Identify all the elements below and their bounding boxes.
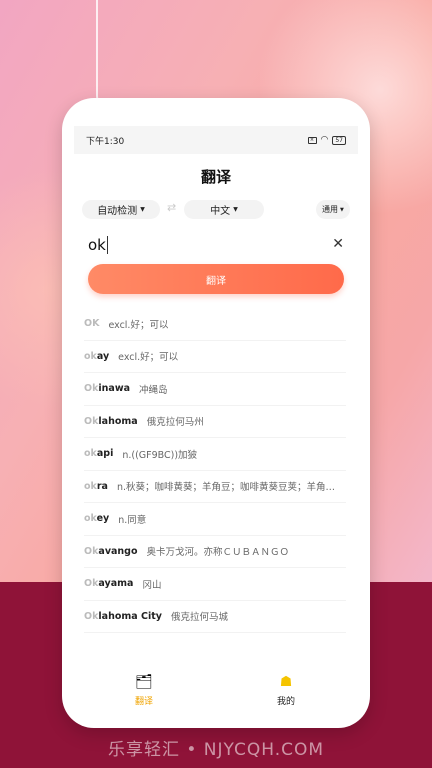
- suggestion-suffix: avango: [98, 545, 138, 557]
- suggestion-suffix: lahoma: [98, 415, 138, 427]
- battery-level: 57: [335, 136, 343, 144]
- tab-profile[interactable]: ☗ 我的: [246, 674, 326, 707]
- suggestion-list: OK excl.好；可以 okay excl.好；可以 Okinawa 冲绳岛 Oklaho…: [84, 308, 346, 633]
- query-input[interactable]: ok ✕: [88, 234, 344, 258]
- status-bar: 下午1:30 × ◠ 57: [74, 126, 358, 154]
- suggestion-definition: 奥卡万戈河。亦称ＣＵＢＡＮＧＯ: [146, 547, 290, 559]
- suggestion-item[interactable]: okapi n.((GF9BC))加狓: [84, 438, 346, 471]
- suggestion-item[interactable]: okey n.同意: [84, 503, 346, 536]
- suggestion-word: Okavango: [84, 546, 138, 557]
- suggestion-item[interactable]: okra n.秋葵；咖啡黄葵；羊角豆；咖啡黄葵豆荚；羊角…: [84, 471, 346, 503]
- suggestion-definition: excl.好；可以: [108, 319, 169, 331]
- suggestion-suffix: lahoma City: [98, 610, 162, 622]
- chevron-down-icon: ▼: [233, 206, 238, 213]
- suggestion-word: Oklahoma City: [84, 611, 162, 622]
- phone-frame: 下午1:30 × ◠ 57 翻译 自动检测 ▼ ⇄ 中文 ▼ 通用 ▼ ok ✕…: [62, 98, 370, 728]
- chevron-down-icon: ▼: [140, 206, 145, 213]
- suggestion-prefix: ok: [84, 513, 97, 525]
- suggestion-word: okapi: [84, 448, 113, 459]
- suggestion-prefix: Ok: [84, 383, 99, 395]
- suggestion-definition: 俄克拉何马城: [170, 612, 228, 624]
- suggestion-suffix: inawa: [98, 383, 131, 395]
- suggestion-item[interactable]: Okinawa 冲绳岛: [84, 373, 346, 406]
- suggestion-prefix: ok: [84, 480, 97, 492]
- domain-mode-dropdown[interactable]: 通用 ▼: [316, 200, 350, 219]
- bottom-tab-bar: 🗂 翻译 ☗ 我的: [62, 674, 370, 718]
- suggestion-definition: n.((GF9BC))加狓: [122, 449, 198, 461]
- suggestion-word: Okinawa: [84, 383, 130, 394]
- suggestion-word: okey: [84, 513, 109, 524]
- suggestion-word: Oklahoma: [84, 416, 138, 427]
- suggestion-definition: n.秋葵；咖啡黄葵；羊角豆；咖啡黄葵豆荚；羊角…: [116, 482, 336, 494]
- suggestion-definition: excl.好；可以: [118, 352, 179, 364]
- status-icons: × ◠ 57: [307, 135, 346, 145]
- tab-label: 我的: [276, 697, 295, 707]
- suggestion-item[interactable]: Oklahoma 俄克拉何马州: [84, 406, 346, 438]
- suggestion-item[interactable]: Okavango 奥卡万戈河。亦称ＣＵＢＡＮＧＯ: [84, 536, 346, 568]
- source-language-dropdown[interactable]: 自动检测 ▼: [82, 200, 160, 219]
- suggestion-suffix: ra: [96, 480, 108, 492]
- translate-icon: 🗂: [135, 674, 153, 690]
- suggestion-item[interactable]: OK excl.好；可以: [84, 308, 346, 341]
- suggestion-item[interactable]: okay excl.好；可以: [84, 341, 346, 373]
- suggestion-suffix: ay: [96, 350, 110, 362]
- tab-label: 翻译: [134, 697, 153, 707]
- target-language-label: 中文: [210, 206, 231, 217]
- suggestion-prefix: ok: [84, 350, 97, 362]
- source-language-label: 自动检测: [97, 206, 138, 217]
- suggestion-definition: n.同意: [118, 514, 147, 526]
- suggestion-prefix: Ok: [84, 610, 99, 622]
- suggestion-suffix: api: [96, 448, 114, 460]
- suggestion-suffix: ey: [96, 513, 110, 525]
- suggestion-word: OK: [84, 318, 99, 329]
- suggestion-item[interactable]: Okayama 冈山: [84, 568, 346, 601]
- chevron-down-icon: ▼: [340, 206, 344, 213]
- target-language-dropdown[interactable]: 中文 ▼: [184, 200, 264, 219]
- suggestion-prefix: Ok: [84, 578, 99, 590]
- suggestion-word: Okayama: [84, 578, 133, 589]
- query-text[interactable]: ok: [88, 236, 108, 254]
- suggestion-item[interactable]: Oklahoma City 俄克拉何马城: [84, 601, 346, 633]
- suggestion-prefix: ok: [84, 448, 97, 460]
- suggestion-prefix: OK: [84, 318, 100, 330]
- suggestion-word: okra: [84, 481, 108, 492]
- profile-icon: ☗: [279, 674, 293, 690]
- suggestion-definition: 冲绳岛: [139, 384, 168, 396]
- language-selector-row: 自动检测 ▼ ⇄ 中文 ▼ 通用 ▼: [62, 198, 370, 220]
- translate-button[interactable]: 翻译: [88, 264, 344, 294]
- suggestion-definition: 冈山: [142, 579, 162, 591]
- swap-languages-icon[interactable]: ⇄: [167, 201, 176, 214]
- status-time: 下午1:30: [86, 136, 125, 147]
- watermark: 乐享轻汇 • NJYCQH.COM: [107, 740, 325, 760]
- suggestion-definition: 俄克拉何马州: [146, 417, 204, 429]
- suggestion-word: okay: [84, 351, 109, 362]
- suggestion-prefix: Ok: [84, 545, 99, 557]
- suggestion-prefix: Ok: [84, 415, 99, 427]
- page-title: 翻译: [200, 168, 231, 186]
- battery-icon: 57: [332, 135, 346, 145]
- suggestion-suffix: ayama: [98, 578, 134, 590]
- decorative-arc: [96, 0, 110, 110]
- tab-translate[interactable]: 🗂 翻译: [104, 674, 184, 707]
- wifi-icon: ◠: [320, 135, 329, 145]
- domain-mode-label: 通用: [322, 205, 338, 214]
- close-icon[interactable]: ✕: [332, 236, 344, 252]
- sim-icon: ×: [307, 136, 317, 144]
